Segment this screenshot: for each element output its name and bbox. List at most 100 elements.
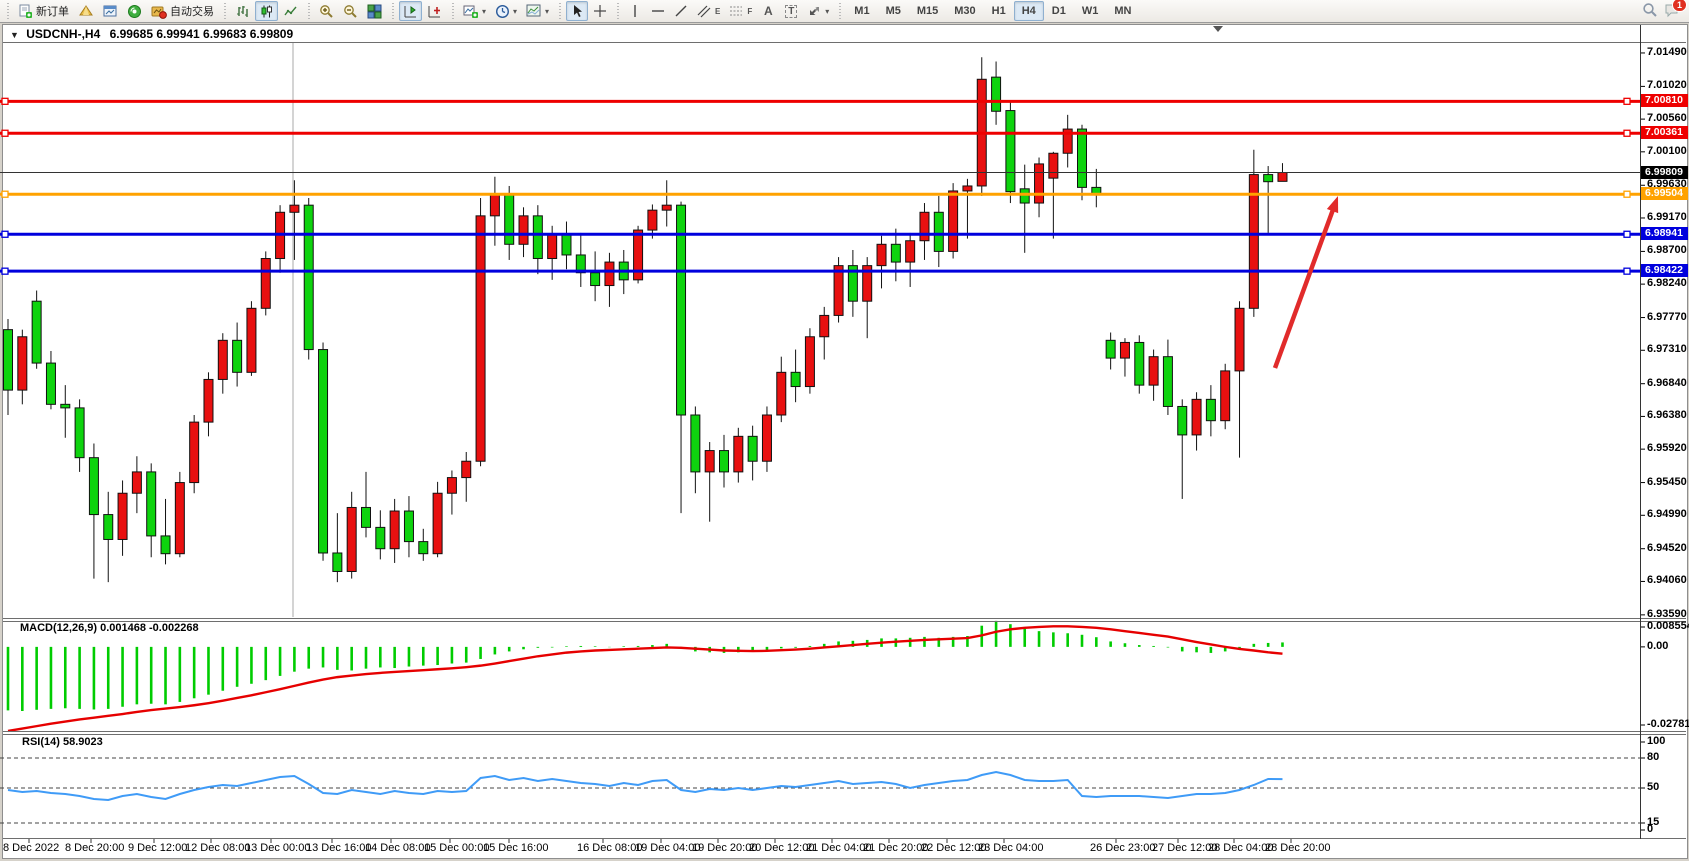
- timeframe-button-d1[interactable]: D1: [1044, 1, 1074, 21]
- templates-button[interactable]: ▾: [522, 1, 553, 21]
- cursor-button[interactable]: [566, 1, 588, 21]
- auto-trading-button[interactable]: 自动交易: [147, 1, 218, 21]
- horizontal-line-icon: [651, 5, 665, 17]
- collapse-triangle-icon[interactable]: ▼: [10, 30, 19, 40]
- zoom-out-button[interactable]: [339, 1, 362, 21]
- date-axis-label: 19 Dec 20:00: [692, 842, 757, 854]
- date-axis-label: 9 Dec 12:00: [128, 842, 187, 854]
- date-axis-label: 8 Dec 2022: [3, 842, 59, 854]
- rsi-panel-separator[interactable]: [3, 734, 1686, 735]
- chart-window-icon: [103, 4, 118, 18]
- equidistant-channel-icon: [697, 4, 712, 18]
- timeframe-button-mn[interactable]: MN: [1106, 1, 1139, 21]
- price-axis-label: 6.94990: [1647, 508, 1687, 520]
- timeframe-group: M1 M5M15 M30 H1 H4 D1 W1MN: [846, 1, 1139, 21]
- indicators-icon: [463, 4, 479, 19]
- rsi-axis-label: 80: [1647, 751, 1659, 763]
- timeframe-label: M30: [950, 5, 979, 17]
- main-toolbar: 新订单 自动交易: [0, 0, 1689, 23]
- tile-windows-button[interactable]: [363, 1, 386, 21]
- zoom-in-button[interactable]: [315, 1, 338, 21]
- indicators-button[interactable]: ▾: [459, 1, 490, 21]
- date-axis-label: 22 Dec 12:00: [921, 842, 986, 854]
- date-axis-label: 28 Dec 04:00: [1208, 842, 1273, 854]
- horizontal-line-button[interactable]: [647, 1, 669, 21]
- chart-ohlc-label: 6.99685 6.99941 6.99683 6.99809: [110, 27, 294, 41]
- timeframe-label: W1: [1078, 5, 1103, 17]
- vertical-line-button[interactable]: [624, 1, 646, 21]
- timeframe-button-m15[interactable]: M15: [909, 1, 946, 21]
- candlestick-plot-area[interactable]: [3, 43, 1640, 617]
- candlestick-chart-button[interactable]: [255, 1, 278, 21]
- timeframe-button-m30[interactable]: M30: [946, 1, 983, 21]
- price-line-badge: 7.00361: [1641, 126, 1688, 139]
- timeframe-label: H4: [1018, 5, 1040, 17]
- arrows-tool-button[interactable]: ▾: [803, 1, 833, 21]
- gold-ingot-icon: [78, 4, 94, 18]
- notifications-button[interactable]: 1: [1664, 2, 1681, 21]
- signals-button[interactable]: [123, 1, 146, 21]
- zoom-in-icon: [319, 4, 334, 19]
- toolbar-grip: [390, 3, 395, 19]
- rsi-indicator-label: RSI(14) 58.9023: [22, 736, 103, 748]
- new-order-button[interactable]: 新订单: [14, 1, 73, 21]
- zoom-out-icon: [343, 4, 358, 19]
- line-chart-button[interactable]: [279, 1, 302, 21]
- deposit-button[interactable]: [74, 1, 98, 21]
- clock-icon: [495, 4, 510, 19]
- trendline-button[interactable]: [670, 1, 692, 21]
- timeframe-button-h4[interactable]: H4: [1014, 1, 1044, 21]
- price-axis-label: 6.94060: [1647, 574, 1687, 586]
- toolbar-grip: [615, 3, 620, 19]
- timeframe-button-m5[interactable]: M5: [878, 1, 909, 21]
- price-axis-label: 6.98240: [1647, 277, 1687, 289]
- macd-axis-label: -0.027813: [1647, 718, 1689, 730]
- price-axis-label: 6.98700: [1647, 244, 1687, 256]
- price-axis-label: 7.00560: [1647, 112, 1687, 124]
- fibonacci-suffix-label: F: [747, 7, 752, 16]
- price-axis-label: 7.00100: [1647, 145, 1687, 157]
- price-axis-label: 6.95450: [1647, 476, 1687, 488]
- template-icon: [526, 4, 542, 18]
- price-axis-label: 6.97310: [1647, 343, 1687, 355]
- toolbar-right: 1: [1642, 2, 1687, 21]
- chart-shift-marker: [1213, 26, 1223, 32]
- text-label-icon: T: [785, 5, 797, 18]
- bar-chart-button[interactable]: [231, 1, 254, 21]
- macd-panel-separator[interactable]: [3, 618, 1686, 619]
- timeframe-button-w1[interactable]: W1: [1074, 1, 1107, 21]
- candlestick-chart-icon: [259, 4, 274, 19]
- fibonacci-button[interactable]: F: [725, 1, 756, 21]
- macd-panel-separator[interactable]: [3, 621, 1686, 622]
- toolbar-grip: [837, 3, 842, 19]
- open-chart-button[interactable]: [99, 1, 122, 21]
- periods-button[interactable]: ▾: [491, 1, 521, 21]
- chevron-down-icon: ▾: [825, 7, 829, 16]
- equidistant-channel-button[interactable]: E: [693, 1, 724, 21]
- price-axis-label: 6.99170: [1647, 211, 1687, 223]
- chart-symbol-label: USDCNH-,H4: [26, 27, 100, 41]
- bar-chart-icon: [235, 4, 250, 19]
- text-label-button[interactable]: T: [780, 1, 802, 21]
- rsi-panel-separator[interactable]: [3, 731, 1686, 732]
- date-axis-label: 20 Dec 12:00: [749, 842, 814, 854]
- rsi-axis-label: 0: [1647, 823, 1653, 835]
- chart-top-border: [3, 42, 1686, 43]
- price-line-badge: 6.99809: [1641, 166, 1688, 179]
- crosshair-button[interactable]: [589, 1, 611, 21]
- price-axis-label: 6.96840: [1647, 377, 1687, 389]
- price-line-badge: 6.98941: [1641, 227, 1688, 240]
- chart-shift-button[interactable]: [399, 1, 422, 21]
- timeframe-button-m1[interactable]: M1: [846, 1, 877, 21]
- arrows-tool-icon: [807, 4, 822, 18]
- date-axis-label: 13 Dec 00:00: [245, 842, 310, 854]
- timeframe-button-h1[interactable]: H1: [984, 1, 1014, 21]
- date-axis-label: 12 Dec 08:00: [185, 842, 250, 854]
- text-tool-button[interactable]: A: [757, 1, 779, 21]
- search-icon[interactable]: [1642, 2, 1658, 21]
- date-axis-label: 13 Dec 16:00: [306, 842, 371, 854]
- date-axis-label: 23 Dec 04:00: [978, 842, 1043, 854]
- auto-scroll-button[interactable]: [423, 1, 446, 21]
- date-axis-label: 19 Dec 04:00: [635, 842, 700, 854]
- timeframe-label: M1: [850, 5, 873, 17]
